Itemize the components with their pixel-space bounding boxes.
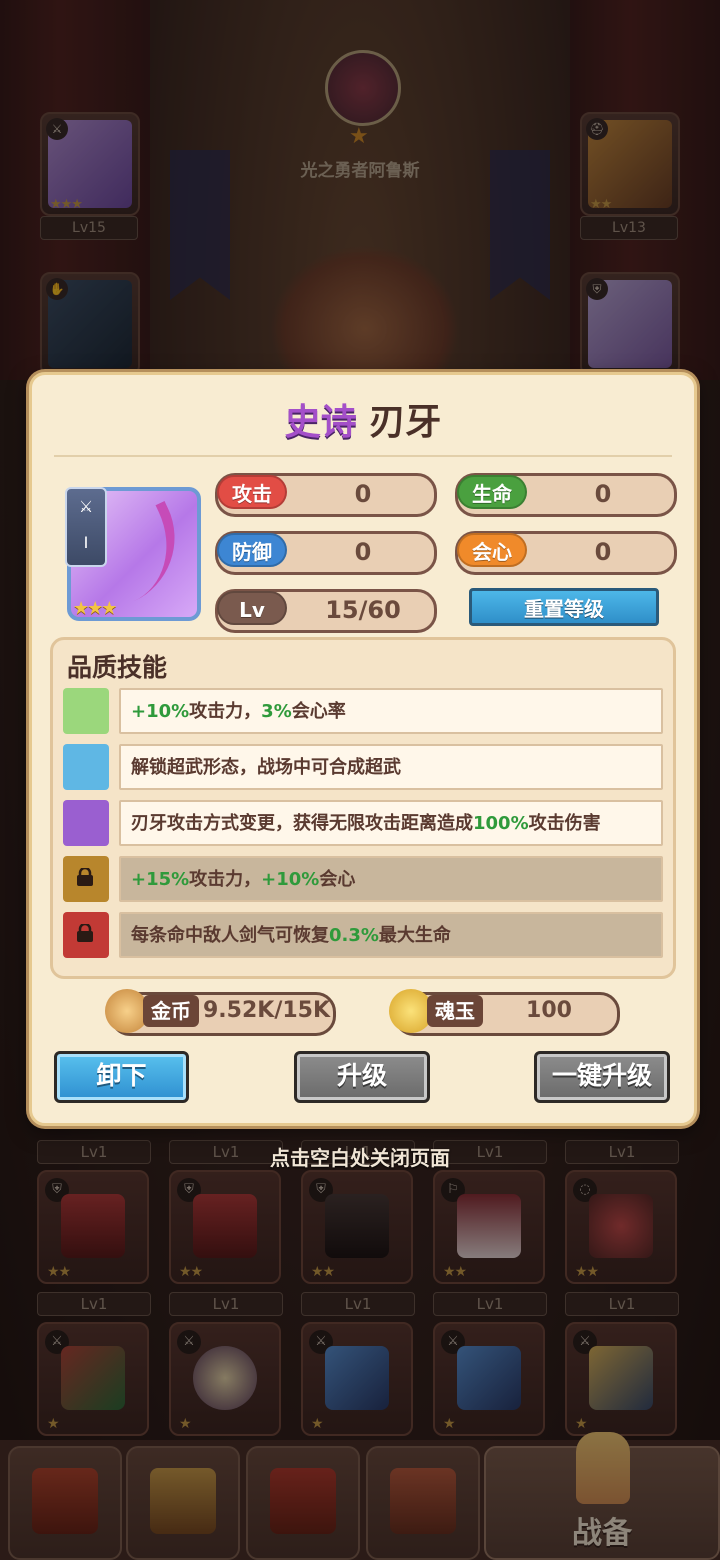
skill-row-locked: +15% 攻击力， +10% 会心 (59, 856, 667, 906)
soul-jade-label: 魂玉 (427, 995, 483, 1027)
stat-hp-label: 生命 (457, 475, 527, 509)
stat-attack-label: 攻击 (217, 475, 287, 509)
stat-attack: 攻击 0 (215, 473, 437, 517)
lock-icon (77, 924, 93, 942)
gold-label: 金币 (143, 995, 199, 1027)
reset-level-button[interactable]: 重置等级 (469, 588, 659, 626)
skill-text: +10% 攻击力， 3% 会心率 (119, 688, 663, 734)
upgrade-all-button[interactable]: 一键升级 (534, 1051, 670, 1103)
stat-level-value: 15/60 (325, 596, 401, 624)
upgrade-button[interactable]: 升级 (294, 1051, 430, 1103)
item-rarity: 史诗 (284, 402, 357, 443)
stat-defense-label: 防御 (217, 533, 287, 567)
soul-jade-value: 100 (526, 998, 572, 1023)
skill-row: +10% 攻击力， 3% 会心率 (59, 688, 667, 738)
stat-crit: 会心 0 (455, 531, 677, 575)
skill-row-locked: 每条命中敌人剑气可恢复 0.3% 最大生命 (59, 912, 667, 962)
item-detail-modal: 史诗 刃牙 ⚔ I ★★★ 攻击 0 生命 0 防御 0 会心 0 Lv 15/6… (29, 372, 697, 1126)
rarity-stars: ★★★ (73, 598, 117, 619)
item-card: ⚔ I ★★★ (65, 487, 201, 621)
stat-level: Lv 15/60 (215, 589, 437, 633)
stat-crit-label: 会心 (457, 533, 527, 567)
stat-defense: 防御 0 (215, 531, 437, 575)
stat-crit-value: 0 (594, 538, 612, 566)
unequip-button[interactable]: 卸下 (54, 1051, 189, 1103)
skill-text: 刃牙攻击方式变更，获得无限攻击距离造成100%攻击伤害 (119, 800, 663, 846)
gold-currency: 金币 9.52K/15K (105, 989, 336, 1036)
skill-tier-green (63, 688, 109, 734)
gold-value: 9.52K/15K (203, 998, 331, 1023)
skill-text: 解锁超武形态，战场中可合成超武 (119, 744, 663, 790)
stat-attack-value: 0 (354, 480, 372, 508)
close-hint: 点击空白处关闭页面 (270, 1146, 450, 1170)
lock-icon (77, 868, 93, 886)
soul-jade-currency: 魂玉 100 (389, 989, 620, 1036)
skill-tier-orange (63, 856, 109, 902)
skill-row: 解锁超武形态，战场中可合成超武 (59, 744, 667, 794)
stat-level-label: Lv (217, 591, 287, 625)
stat-defense-value: 0 (354, 538, 372, 566)
title-divider (54, 455, 672, 457)
stat-hp: 生命 0 (455, 473, 677, 517)
skill-tier-purple (63, 800, 109, 846)
skills-title: 品质技能 (67, 653, 168, 682)
skill-row: 刃牙攻击方式变更，获得无限攻击距离造成100%攻击伤害 (59, 800, 667, 850)
stat-hp-value: 0 (594, 480, 612, 508)
item-title: 史诗 刃牙 (32, 393, 694, 445)
skill-text: 每条命中敌人剑气可恢复 0.3% 最大生命 (119, 912, 663, 958)
item-name: 刃牙 (369, 402, 442, 443)
quality-skills-panel: 品质技能 +10% 攻击力， 3% 会心率 解锁超武形态，战场中可合成超武 刃牙攻击方… (50, 637, 676, 979)
skill-text: +15% 攻击力， +10% 会心 (119, 856, 663, 902)
weapon-type-badge-icon: ⚔ I (65, 487, 107, 567)
skill-tier-red (63, 912, 109, 958)
skill-tier-blue (63, 744, 109, 790)
